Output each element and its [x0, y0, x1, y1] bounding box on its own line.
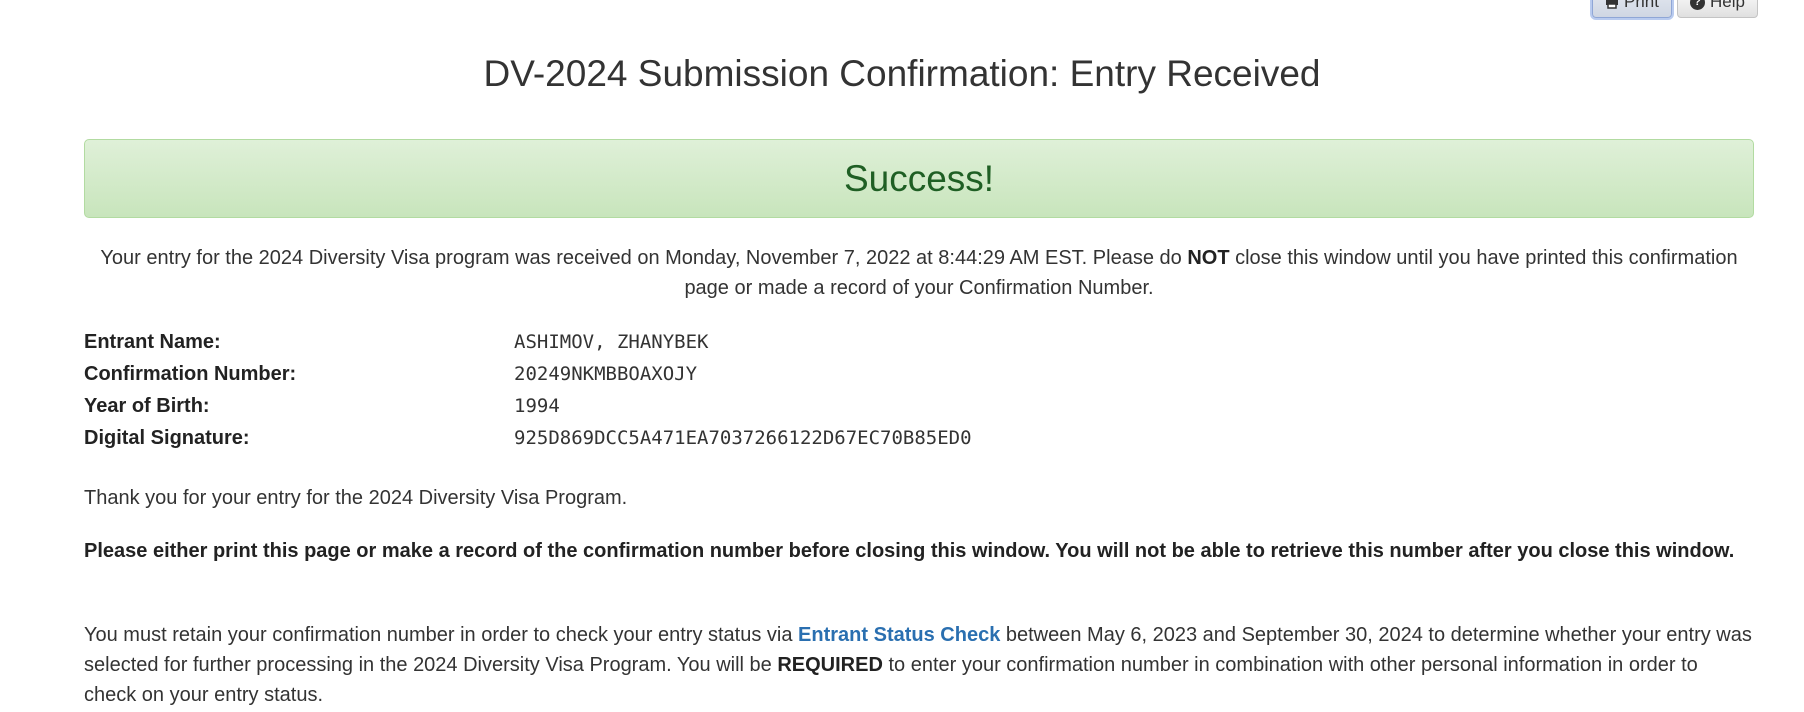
- confirmation-page: Print ? Help DV-2024 Submission Confirma…: [0, 0, 1804, 712]
- print-warning-text: Please either print this page or make a …: [84, 540, 1735, 562]
- confirmation-number-value: 20249NKMBBOAXOJY: [514, 363, 698, 385]
- entrant-status-check-link[interactable]: Entrant Status Check: [798, 624, 1000, 646]
- thank-you-text: Thank you for your entry for the 2024 Di…: [84, 487, 628, 509]
- detail-row-year-of-birth: Year of Birth: 1994: [84, 390, 1754, 422]
- help-button-label: Help: [1709, 0, 1745, 11]
- entrant-name-value: ASHIMOV, ZHANYBEK: [514, 331, 709, 353]
- page-title: DV-2024 Submission Confirmation: Entry R…: [483, 53, 1321, 94]
- intro-emphasis: NOT: [1187, 247, 1230, 269]
- entry-details: Entrant Name: ASHIMOV, ZHANYBEK Confirma…: [84, 326, 1754, 454]
- retain-text-part1: You must retain your confirmation number…: [84, 624, 799, 646]
- toolbar: Print ? Help: [1592, 0, 1758, 18]
- entrant-name-label: Entrant Name:: [84, 330, 221, 353]
- success-banner-text: Success!: [843, 157, 995, 199]
- retain-confirmation-text: You must retain your confirmation number…: [84, 620, 1754, 710]
- digital-signature-label: Digital Signature:: [84, 426, 250, 449]
- success-banner: Success!: [84, 139, 1754, 218]
- detail-row-entrant-name: Entrant Name: ASHIMOV, ZHANYBEK: [84, 326, 1754, 358]
- retain-emphasis: REQUIRED: [777, 654, 883, 676]
- print-button-label: Print: [1624, 0, 1659, 11]
- intro-text-part1: Your entry for the 2024 Diversity Visa p…: [100, 247, 1188, 269]
- year-of-birth-label: Year of Birth:: [84, 394, 210, 417]
- digital-signature-value: 925D869DCC5A471EA7037266122D67EC70B85ED0: [514, 427, 972, 449]
- intro-message: Your entry for the 2024 Diversity Visa p…: [84, 243, 1754, 303]
- print-button[interactable]: Print: [1592, 0, 1672, 18]
- question-circle-icon: ?: [1689, 0, 1705, 10]
- detail-row-confirmation-number: Confirmation Number: 20249NKMBBOAXOJY: [84, 358, 1754, 390]
- help-button[interactable]: ? Help: [1676, 0, 1758, 18]
- year-of-birth-value: 1994: [514, 395, 560, 417]
- confirmation-number-label: Confirmation Number:: [84, 362, 297, 385]
- printer-icon: [1605, 0, 1619, 9]
- detail-row-digital-signature: Digital Signature: 925D869DCC5A471EA7037…: [84, 422, 1754, 454]
